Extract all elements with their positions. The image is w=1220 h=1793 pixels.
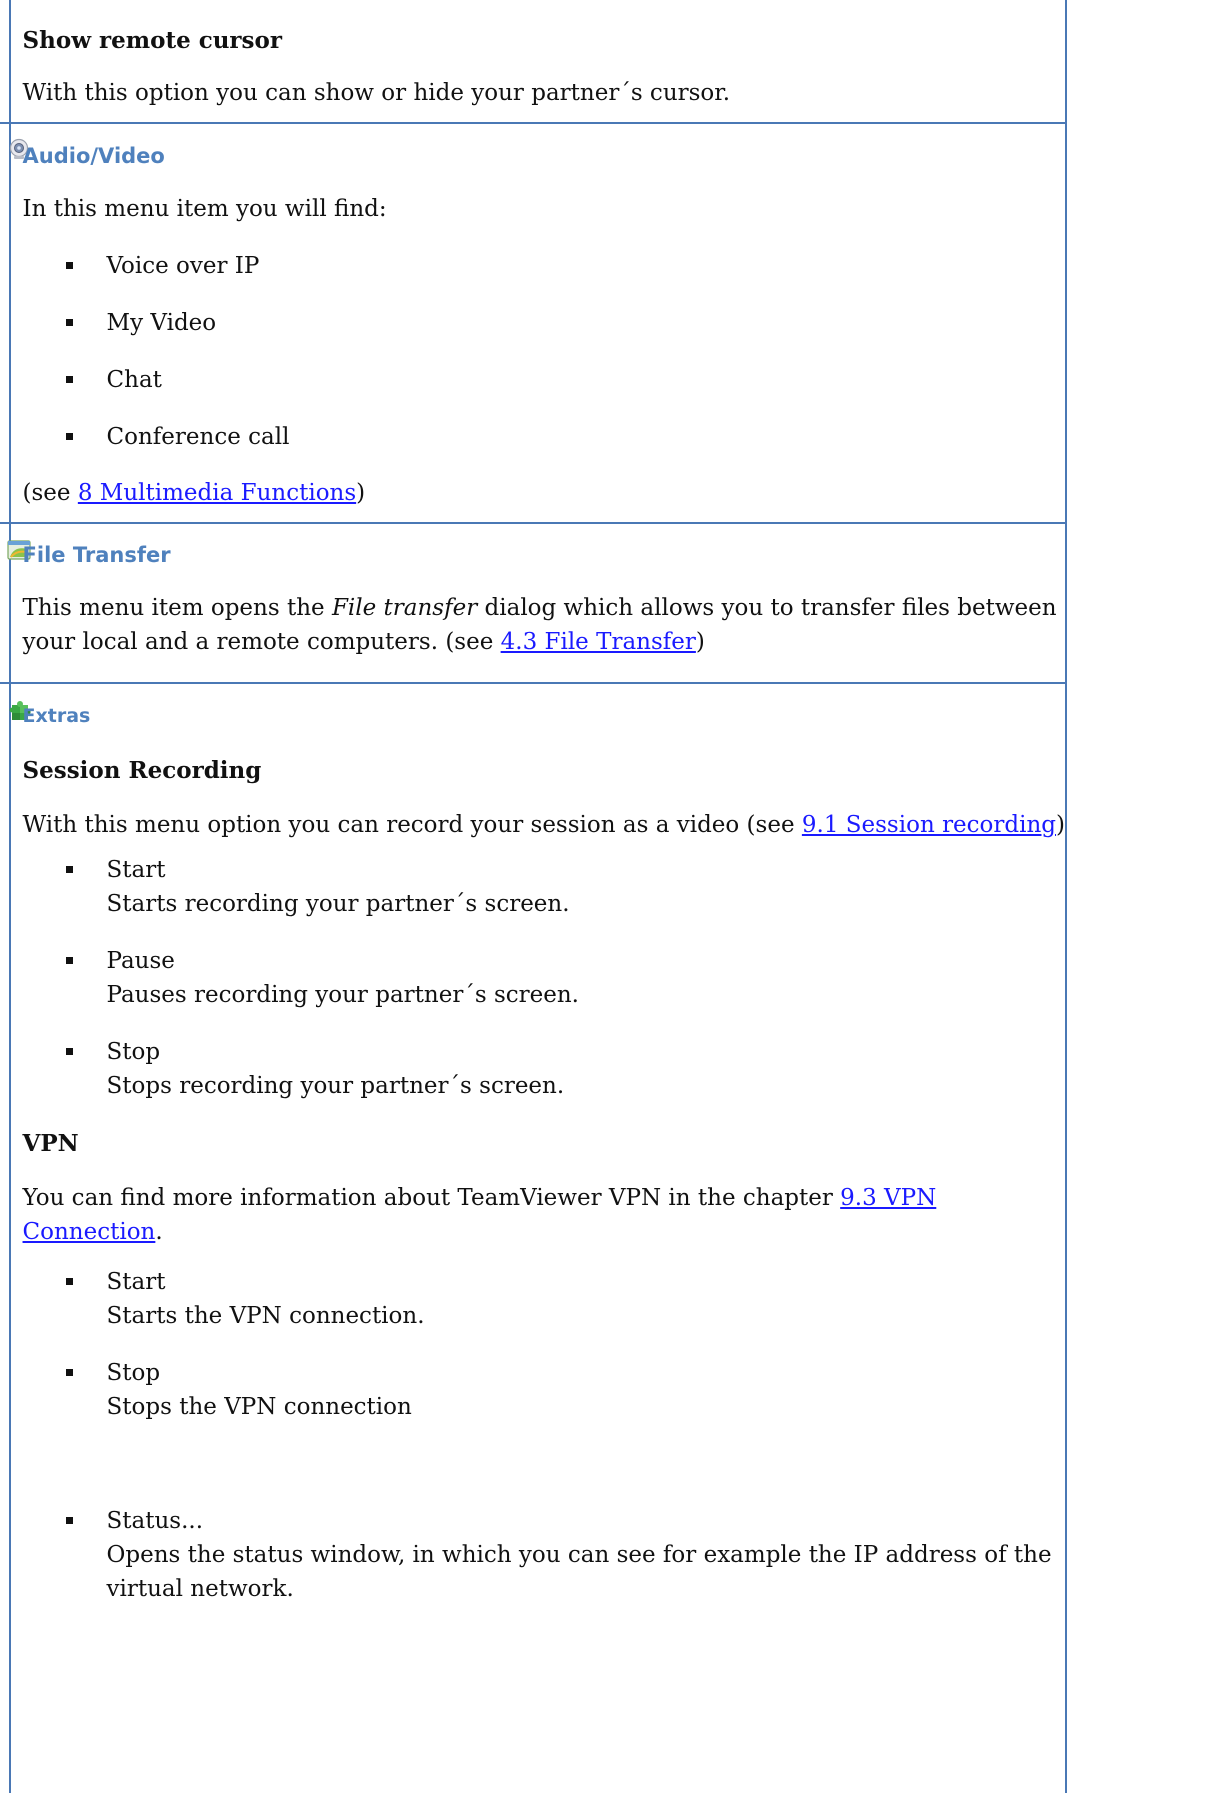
item-desc: Opens the status window, in which you ca… (106, 1542, 1052, 1568)
list-item: Start Starts the VPN connection. (23, 1265, 1065, 1333)
see-suffix: ) (356, 480, 366, 506)
icon-cell (0, 0, 11, 124)
show-remote-cursor-title: Show remote cursor (22, 27, 282, 54)
multimedia-functions-link[interactable]: 8 Multimedia Functions (78, 480, 356, 506)
item-label: Pause (106, 948, 175, 974)
item-desc: Starts the VPN connection. (106, 1303, 425, 1329)
file-transfer-desc-line2: your local and a remote computers. (see … (23, 625, 1065, 659)
vpn-desc-line2: Connection. (23, 1215, 1065, 1249)
item-desc: Stops the VPN connection (106, 1394, 412, 1420)
show-remote-cursor-desc: With this option you can show or hide yo… (22, 80, 731, 106)
file-transfer-desc: This menu item opens the File transfer d… (23, 591, 1065, 625)
desc-text: You can find more information about Team… (22, 1185, 841, 1211)
session-recording-desc: With this menu option you can record you… (23, 808, 1065, 842)
item-desc: Starts recording your partner´s screen. (106, 891, 570, 917)
audio-video-heading: Audio/Video (22, 144, 165, 168)
audio-video-list: Voice over IP My Video Chat Conference c… (23, 249, 1065, 454)
session-recording-link[interactable]: 9.1 Session recording (802, 812, 1056, 838)
item-desc: Stops recording your partner´s screen. (106, 1073, 565, 1099)
desc-text: ) (695, 629, 705, 655)
desc-text: . (155, 1219, 163, 1245)
row-show-remote-cursor: Show remote cursor With this option you … (0, 0, 1068, 124)
file-transfer-link[interactable]: 4.3 File Transfer (501, 629, 696, 655)
item-label: Stop (106, 1360, 161, 1386)
menu-reference-table: Show remote cursor With this option you … (0, 0, 1068, 1793)
list-item: Status... Opens the status window, in wh… (23, 1504, 1065, 1606)
desc-text: With this menu option you can record you… (22, 812, 802, 838)
audio-video-intro: In this menu item you will find: (22, 196, 387, 222)
vpn-connection-link-cont[interactable]: Connection (23, 1219, 156, 1245)
text-cell: Show remote cursor With this option you … (8, 0, 1068, 124)
list-item: Voice over IP (23, 249, 1065, 283)
list-item: Start Starts recording your partner´s sc… (23, 853, 1065, 921)
desc-italic: File transfer (331, 595, 478, 621)
list-item: Chat (23, 363, 1065, 397)
session-recording-list: Start Starts recording your partner´s sc… (23, 853, 1065, 1103)
desc-text: This menu item opens the (22, 595, 332, 621)
list-item: Stop Stops recording your partner´s scre… (23, 1035, 1065, 1103)
item-desc: virtual network. (106, 1576, 294, 1602)
item-label: Stop (106, 1039, 161, 1065)
text-cell: Audio/Video In this menu item you will f… (8, 122, 1068, 524)
list-item: Stop Stops the VPN connection (23, 1356, 1065, 1424)
extras-heading: Extras (22, 705, 91, 727)
row-audio-video: Audio/Video In this menu item you will f… (0, 122, 1068, 524)
icon-cell (0, 122, 29, 524)
desc-text: your local and a remote computers. (see (22, 629, 501, 655)
see-prefix: (see (22, 480, 78, 506)
file-transfer-heading: File Transfer (22, 543, 171, 567)
item-label: Status... (106, 1508, 204, 1534)
desc-text: ) (1056, 812, 1065, 838)
list-item: Pause Pauses recording your partner´s sc… (23, 944, 1065, 1012)
icon-cell (0, 682, 31, 1793)
icon-cell (0, 522, 31, 684)
vpn-connection-link[interactable]: 9.3 VPN (840, 1185, 936, 1211)
vpn-title: VPN (22, 1130, 79, 1157)
desc-text: dialog which allows you to transfer file… (477, 595, 1057, 621)
list-item: Conference call (23, 420, 1065, 454)
list-item: My Video (23, 306, 1065, 340)
item-label: Start (106, 857, 166, 883)
item-desc: Pauses recording your partner´s screen. (106, 982, 579, 1008)
text-cell: Extras Session Recording With this menu … (8, 682, 1068, 1793)
row-file-transfer: File Transfer This menu item opens the F… (0, 522, 1068, 684)
text-cell: File Transfer This menu item opens the F… (8, 522, 1068, 684)
row-extras: Extras Session Recording With this menu … (0, 682, 1068, 1793)
vpn-list: Start Starts the VPN connection. Stop St… (23, 1265, 1065, 1606)
audio-video-see-also: (see 8 Multimedia Functions) (23, 476, 1065, 510)
item-label: Start (106, 1269, 166, 1295)
session-recording-title: Session Recording (22, 757, 262, 784)
vpn-desc: You can find more information about Team… (23, 1181, 1065, 1215)
